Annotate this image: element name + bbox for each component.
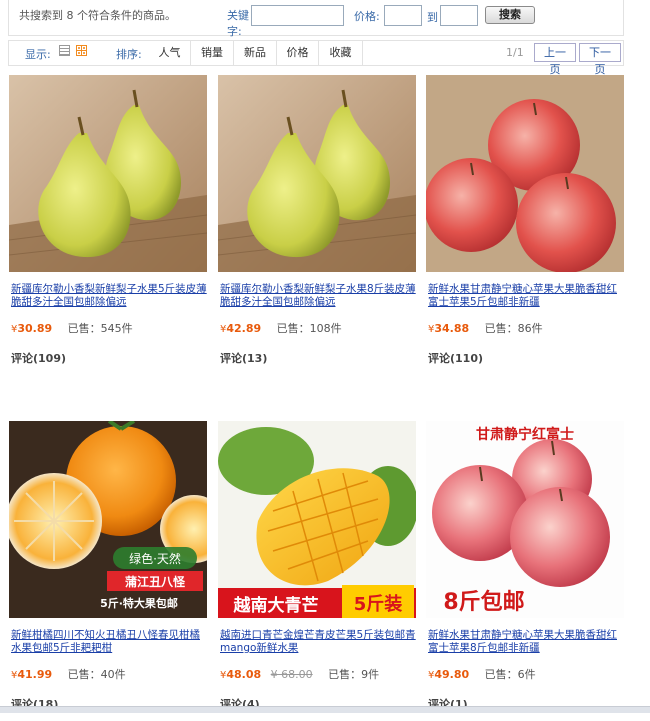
- price-label: 价格:: [354, 10, 380, 23]
- sold-count: 已售：86件: [484, 322, 543, 335]
- product-title[interactable]: 新鲜柑橘四川不知火丑橘丑八怪春见柑橘水果包邮5斤非耙耙柑: [11, 629, 207, 655]
- product-card[interactable]: 新疆库尔勒小香梨新鲜梨子水果5斤装皮薄脆甜多汁全国包邮除偏远 ¥30.89 已售…: [9, 75, 209, 375]
- price: ¥48.08: [220, 668, 262, 681]
- svg-text:绿色·天然: 绿色·天然: [129, 551, 181, 566]
- list-view-icon[interactable]: [59, 45, 70, 56]
- product-title[interactable]: 新鲜水果甘肃静宁糖心苹果大果脆香甜红富士苹果8斤包邮非新疆: [428, 629, 624, 655]
- keyword-input[interactable]: [251, 5, 344, 26]
- original-price: ¥ 68.00: [270, 668, 313, 681]
- sold-count: 已售：6件: [484, 668, 536, 681]
- price: ¥41.99: [11, 668, 53, 681]
- svg-text:5斤装: 5斤装: [354, 593, 403, 615]
- price-to-label: 到: [427, 11, 438, 24]
- mango-image[interactable]: 越南大青芒 5斤装: [218, 421, 416, 618]
- sort-toolbar: 显示: 排序: 人气 销量 新品 价格 收藏 1/1 上一页 下一页: [8, 40, 624, 76]
- sort-popularity[interactable]: 人气: [149, 41, 191, 65]
- grid-view-icon[interactable]: [76, 45, 87, 56]
- sold-count: 已售：108件: [276, 322, 342, 335]
- price-max-input[interactable]: [440, 5, 478, 26]
- sort-sales[interactable]: 销量: [191, 41, 234, 65]
- horizontal-scrollbar[interactable]: [0, 706, 650, 713]
- sort-newest[interactable]: 新品: [234, 41, 277, 65]
- display-label: 显示:: [25, 48, 51, 61]
- sold-count: 已售：545件: [67, 322, 133, 335]
- svg-text:越南大青芒: 越南大青芒: [233, 595, 319, 616]
- price-row: ¥48.08 ¥ 68.00 已售：9件: [220, 666, 416, 682]
- keyword-label: 关键字:: [227, 9, 249, 38]
- product-title[interactable]: 新鲜水果甘肃静宁糖心苹果大果脆香甜红富士苹果5斤包邮非新疆: [428, 283, 624, 309]
- result-summary: 共搜索到 8 个符合条件的商品。: [19, 9, 176, 22]
- price: ¥49.80: [428, 668, 470, 681]
- product-title[interactable]: 新疆库尔勒小香梨新鲜梨子水果5斤装皮薄脆甜多汁全国包邮除偏远: [11, 283, 207, 309]
- price: ¥34.88: [428, 322, 470, 335]
- svg-text:5斤·特大果包邮: 5斤·特大果包邮: [100, 596, 178, 610]
- price-row: ¥49.80 已售：6件: [428, 666, 624, 682]
- sort-label: 排序:: [116, 48, 142, 61]
- sold-count: 已售：9件: [328, 668, 380, 681]
- pear-image[interactable]: [9, 75, 207, 272]
- pear-image[interactable]: [218, 75, 416, 272]
- prev-page-button[interactable]: 上一页: [534, 43, 576, 76]
- apple-image[interactable]: 甘肃静宁红富士 8斤包邮: [426, 421, 624, 618]
- tangerine-image[interactable]: 绿色·天然 蒲江丑八怪 5斤·特大果包邮: [9, 421, 207, 618]
- product-title[interactable]: 越南进口青芒金煌芒青皮芒果5斤装包邮青mango新鲜水果: [220, 629, 416, 655]
- svg-text:蒲江丑八怪: 蒲江丑八怪: [125, 574, 186, 589]
- search-button[interactable]: 搜索: [485, 6, 535, 24]
- price-min-input[interactable]: [384, 5, 422, 26]
- product-card[interactable]: 绿色·天然 蒲江丑八怪 5斤·特大果包邮 新鲜柑橘四川不知火丑橘丑八怪春见柑橘水…: [9, 421, 209, 721]
- price-row: ¥34.88 已售：86件: [428, 320, 624, 336]
- review-count[interactable]: 评论(13): [220, 350, 267, 366]
- price: ¥30.89: [11, 322, 53, 335]
- price-row: ¥42.89 已售：108件: [220, 320, 416, 336]
- product-card[interactable]: 越南大青芒 5斤装 越南进口青芒金煌芒青皮芒果5斤装包邮青mango新鲜水果 ¥…: [218, 421, 418, 721]
- product-card[interactable]: 新鲜水果甘肃静宁糖心苹果大果脆香甜红富士苹果5斤包邮非新疆 ¥34.88 已售：…: [426, 75, 626, 375]
- price-row: ¥41.99 已售：40件: [11, 666, 207, 682]
- sort-price[interactable]: 价格: [277, 41, 319, 65]
- price: ¥42.89: [220, 322, 262, 335]
- svg-text:8斤包邮: 8斤包邮: [443, 589, 524, 615]
- review-count[interactable]: 评论(110): [428, 350, 483, 366]
- page-indicator: 1/1: [506, 46, 524, 59]
- sort-favorites[interactable]: 收藏: [319, 41, 363, 65]
- next-page-button[interactable]: 下一页: [579, 43, 621, 76]
- review-count[interactable]: 评论(109): [11, 350, 66, 366]
- search-bar: 共搜索到 8 个符合条件的商品。 关键字: 价格: 到 搜索: [8, 0, 624, 38]
- sold-count: 已售：40件: [67, 668, 126, 681]
- product-card[interactable]: 甘肃静宁红富士 8斤包邮 新鲜水果甘肃静宁糖心苹果大果脆香甜红富士苹果8斤包邮非…: [426, 421, 626, 721]
- product-title[interactable]: 新疆库尔勒小香梨新鲜梨子水果8斤装皮薄脆甜多汁全国包邮除偏远: [220, 283, 416, 309]
- product-card[interactable]: 新疆库尔勒小香梨新鲜梨子水果8斤装皮薄脆甜多汁全国包邮除偏远 ¥42.89 已售…: [218, 75, 418, 375]
- apple-image[interactable]: [426, 75, 624, 272]
- price-row: ¥30.89 已售：545件: [11, 320, 207, 336]
